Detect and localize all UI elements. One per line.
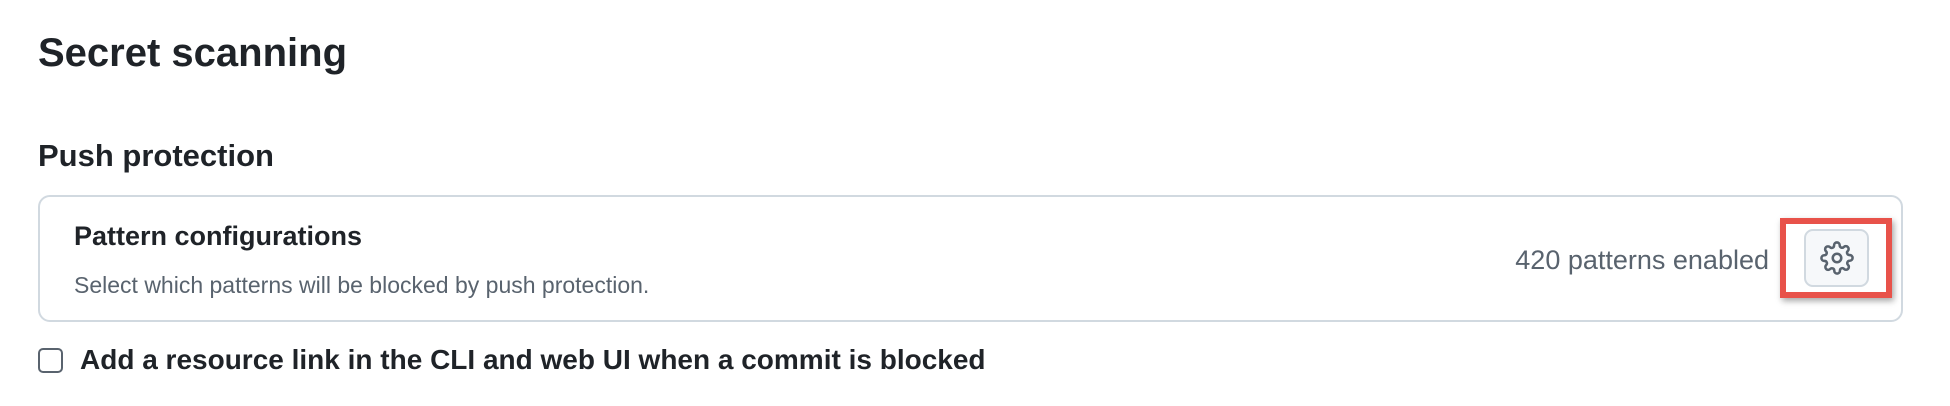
section-title-push-protection: Push protection: [38, 138, 274, 173]
page-title: Secret scanning: [38, 31, 348, 75]
resource-link-checkbox[interactable]: [38, 347, 63, 373]
pattern-configurations-description: Select which patterns will be blocked by…: [74, 272, 650, 298]
pattern-settings-button[interactable]: [1804, 229, 1869, 287]
resource-link-checkbox-label[interactable]: Add a resource link in the CLI and web U…: [80, 340, 986, 380]
gear-icon: [1819, 241, 1854, 275]
resource-link-checkbox-row: Add a resource link in the CLI and web U…: [38, 340, 986, 380]
pattern-configurations-title: Pattern configurations: [74, 221, 363, 251]
patterns-enabled-count: 420 patterns enabled: [1515, 245, 1769, 275]
pattern-configurations-box: Pattern configurations Select which patt…: [38, 195, 1903, 322]
